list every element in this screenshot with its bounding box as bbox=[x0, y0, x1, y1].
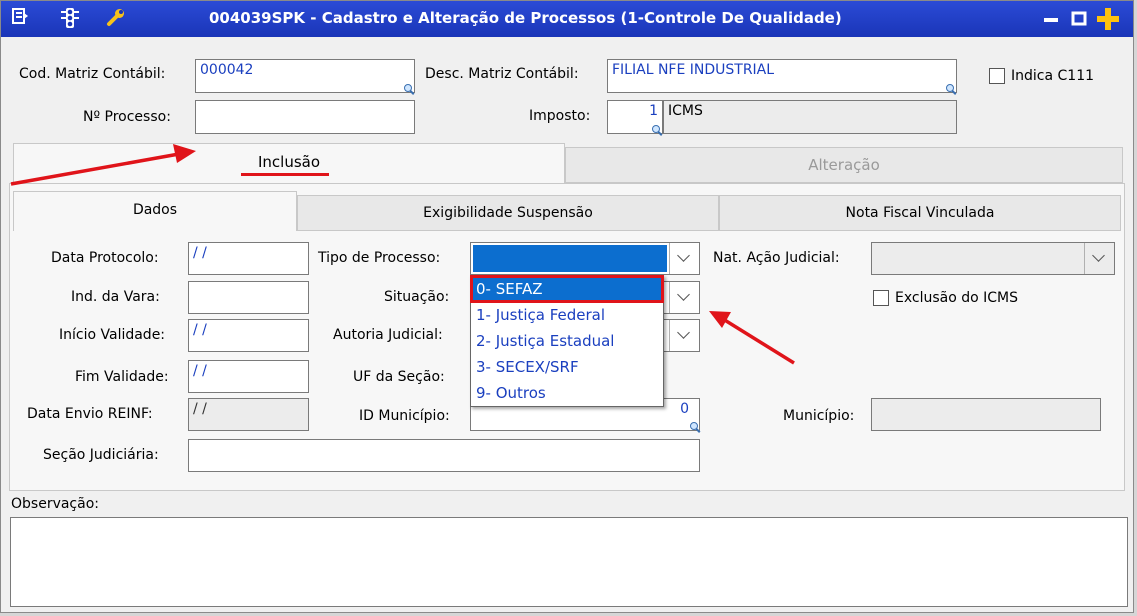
minimize-button[interactable] bbox=[1041, 9, 1061, 29]
ind-vara-label: Ind. da Vara: bbox=[71, 289, 160, 305]
indica-c111-label: Indica C111 bbox=[1011, 68, 1095, 84]
municipio-label: Município: bbox=[783, 408, 855, 424]
observacao-textarea[interactable] bbox=[10, 517, 1128, 607]
tab-exigibilidade-label: Exigibilidade Suspensão bbox=[423, 205, 593, 221]
exclusao-icms-checkbox[interactable] bbox=[873, 290, 889, 306]
nat-acao-select bbox=[871, 242, 1115, 275]
cod-matriz-label: Cod. Matriz Contábil: bbox=[19, 66, 166, 82]
maximize-button[interactable] bbox=[1069, 9, 1089, 29]
data-protocolo-input[interactable]: / / bbox=[188, 242, 309, 275]
autoria-judicial-label: Autoria Judicial: bbox=[333, 327, 443, 343]
process-registration-window: 004039SPK - Cadastro e Alteração de Proc… bbox=[0, 0, 1134, 613]
exclusao-icms-label: Exclusão do ICMS bbox=[895, 290, 1019, 306]
tab-exigibilidade[interactable]: Exigibilidade Suspensão bbox=[297, 195, 719, 231]
id-municipio-label: ID Município: bbox=[359, 408, 450, 424]
tab-alteracao[interactable]: Alteração bbox=[565, 147, 1123, 183]
window-title: 004039SPK - Cadastro e Alteração de Proc… bbox=[209, 9, 842, 27]
num-processo-label: Nº Processo: bbox=[83, 109, 171, 125]
tipo-processo-select[interactable] bbox=[470, 242, 700, 275]
imposto-lookup-icon[interactable] bbox=[652, 125, 662, 135]
tab-inclusao-label: Inclusão bbox=[257, 153, 321, 171]
desc-matriz-label: Desc. Matriz Contábil: bbox=[425, 66, 579, 82]
secao-judiciaria-input[interactable] bbox=[188, 439, 700, 472]
tab-nota-fiscal-label: Nota Fiscal Vinculada bbox=[845, 205, 995, 221]
tab-inclusao[interactable]: Inclusão bbox=[13, 143, 565, 183]
traffic-light-icon[interactable] bbox=[59, 7, 81, 29]
fim-validade-label: Fim Validade: bbox=[75, 369, 169, 385]
cod-matriz-lookup-icon[interactable] bbox=[404, 84, 414, 94]
tipo-processo-highlight bbox=[473, 245, 667, 272]
nat-acao-chevron-down-icon bbox=[1084, 243, 1114, 274]
dropdown-option-secex-srf[interactable]: 3- SECEX/SRF bbox=[471, 354, 663, 380]
ind-vara-input[interactable] bbox=[188, 281, 309, 314]
add-plus-icon[interactable] bbox=[1095, 6, 1121, 32]
menu-icon[interactable] bbox=[9, 7, 31, 29]
dropdown-option-sefaz[interactable]: 0- SEFAZ bbox=[470, 275, 664, 303]
inicio-validade-label: Início Validade: bbox=[59, 327, 166, 343]
id-municipio-lookup-icon[interactable] bbox=[690, 422, 700, 432]
imposto-label: Imposto: bbox=[529, 108, 591, 124]
tab-alteracao-label: Alteração bbox=[808, 156, 880, 174]
tipo-processo-chevron-down-icon[interactable] bbox=[669, 243, 699, 274]
situacao-chevron-down-icon[interactable] bbox=[669, 282, 699, 313]
dropdown-option-outros[interactable]: 9- Outros bbox=[471, 380, 663, 406]
data-protocolo-label: Data Protocolo: bbox=[51, 250, 159, 266]
fim-validade-input[interactable]: / / bbox=[188, 360, 309, 393]
dropdown-option-justica-federal[interactable]: 1- Justiça Federal bbox=[471, 302, 663, 328]
data-envio-reinf-field: / / bbox=[188, 398, 309, 431]
tab-nota-fiscal[interactable]: Nota Fiscal Vinculada bbox=[719, 195, 1121, 231]
municipio-field bbox=[871, 398, 1101, 431]
inicio-validade-input[interactable]: / / bbox=[188, 319, 309, 352]
inclusao-red-underline bbox=[241, 173, 329, 176]
tab-dados[interactable]: Dados bbox=[13, 191, 297, 231]
dropdown-option-justica-estadual[interactable]: 2- Justiça Estadual bbox=[471, 328, 663, 354]
nat-acao-label: Nat. Ação Judicial: bbox=[713, 250, 840, 266]
tipo-processo-label: Tipo de Processo: bbox=[318, 250, 441, 266]
tipo-processo-dropdown-list[interactable]: 0- SEFAZ 1- Justiça Federal 2- Justiça E… bbox=[470, 275, 664, 407]
tab-dados-label: Dados bbox=[132, 202, 178, 218]
title-bar: 004039SPK - Cadastro e Alteração de Proc… bbox=[1, 1, 1133, 37]
desc-matriz-lookup-icon[interactable] bbox=[946, 84, 956, 94]
desc-matriz-input[interactable]: FILIAL NFE INDUSTRIAL bbox=[607, 59, 957, 93]
observacao-label: Observação: bbox=[11, 496, 99, 512]
autoria-chevron-down-icon[interactable] bbox=[669, 320, 699, 351]
cod-matriz-input[interactable]: 000042 bbox=[195, 59, 415, 93]
indica-c111-checkbox[interactable] bbox=[989, 68, 1005, 84]
num-processo-input[interactable] bbox=[195, 100, 415, 134]
wrench-icon[interactable] bbox=[105, 7, 127, 29]
secao-judiciaria-label: Seção Judiciária: bbox=[43, 447, 159, 463]
data-envio-reinf-label: Data Envio REINF: bbox=[27, 406, 153, 422]
uf-secao-label: UF da Seção: bbox=[353, 369, 445, 385]
situacao-label: Situação: bbox=[384, 289, 450, 305]
imposto-name-field: ICMS bbox=[663, 100, 957, 134]
